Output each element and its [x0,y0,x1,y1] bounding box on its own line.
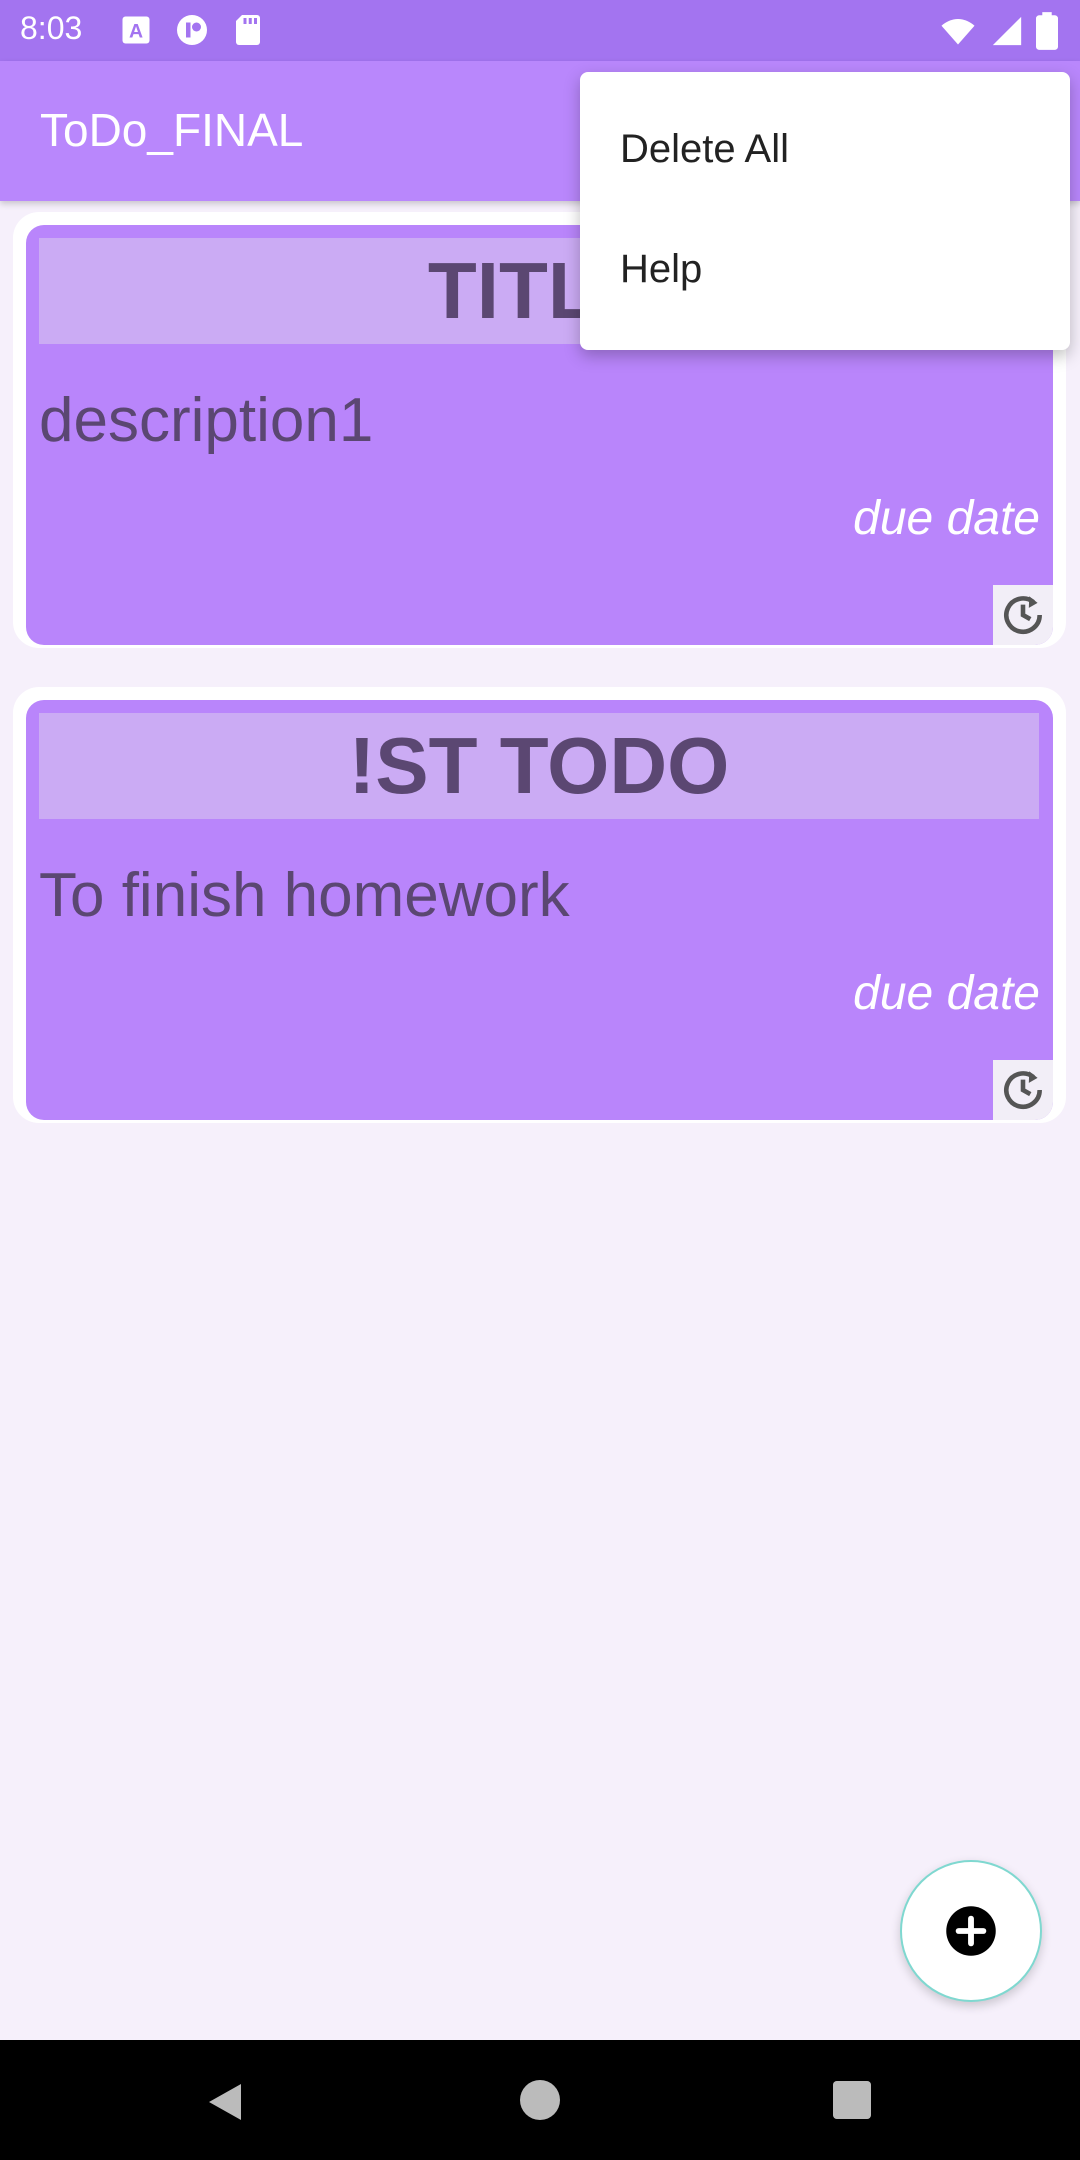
snooze-button[interactable] [993,1060,1053,1120]
todo-due-date[interactable]: due date [853,966,1040,1021]
status-time: 8:03 [20,10,83,46]
sd-card-icon [236,15,260,45]
back-icon[interactable] [204,2080,246,2124]
a-letter-icon: A [122,16,150,44]
todo-description: To finish homework [39,861,570,930]
todo-title-box: !ST TODO [39,713,1039,819]
todo-description: description1 [39,386,374,455]
clock-refresh-icon [1004,596,1042,635]
svg-text:A: A [129,21,143,43]
todo-title: !ST TODO [348,721,730,810]
wifi-icon [941,19,975,45]
todo-card-body[interactable]: !ST TODO To finish homework due date [26,700,1053,1120]
menu-item-delete-all[interactable]: Delete All [620,127,789,172]
todo-card[interactable]: !ST TODO To finish homework due date [13,687,1066,1123]
overflow-menu: Delete All Help [580,72,1070,350]
plus-icon [946,1906,996,1956]
status-right-icons [938,12,1058,50]
menu-item-help[interactable]: Help [620,247,702,292]
app-logo-icon [177,15,207,45]
todo-due-date[interactable]: due date [853,491,1040,546]
status-left-icons: A [118,12,266,48]
home-icon[interactable] [520,2080,560,2120]
clock-refresh-icon [1004,1071,1042,1110]
app-title: ToDo_FINAL [40,104,304,156]
status-bar: 8:03 A [0,0,1080,61]
signal-icon [992,16,1022,46]
navigation-bar [0,2040,1080,2160]
battery-icon [1036,12,1058,50]
add-todo-button[interactable] [900,1860,1042,2002]
snooze-button[interactable] [993,585,1053,645]
recents-icon[interactable] [833,2081,871,2119]
